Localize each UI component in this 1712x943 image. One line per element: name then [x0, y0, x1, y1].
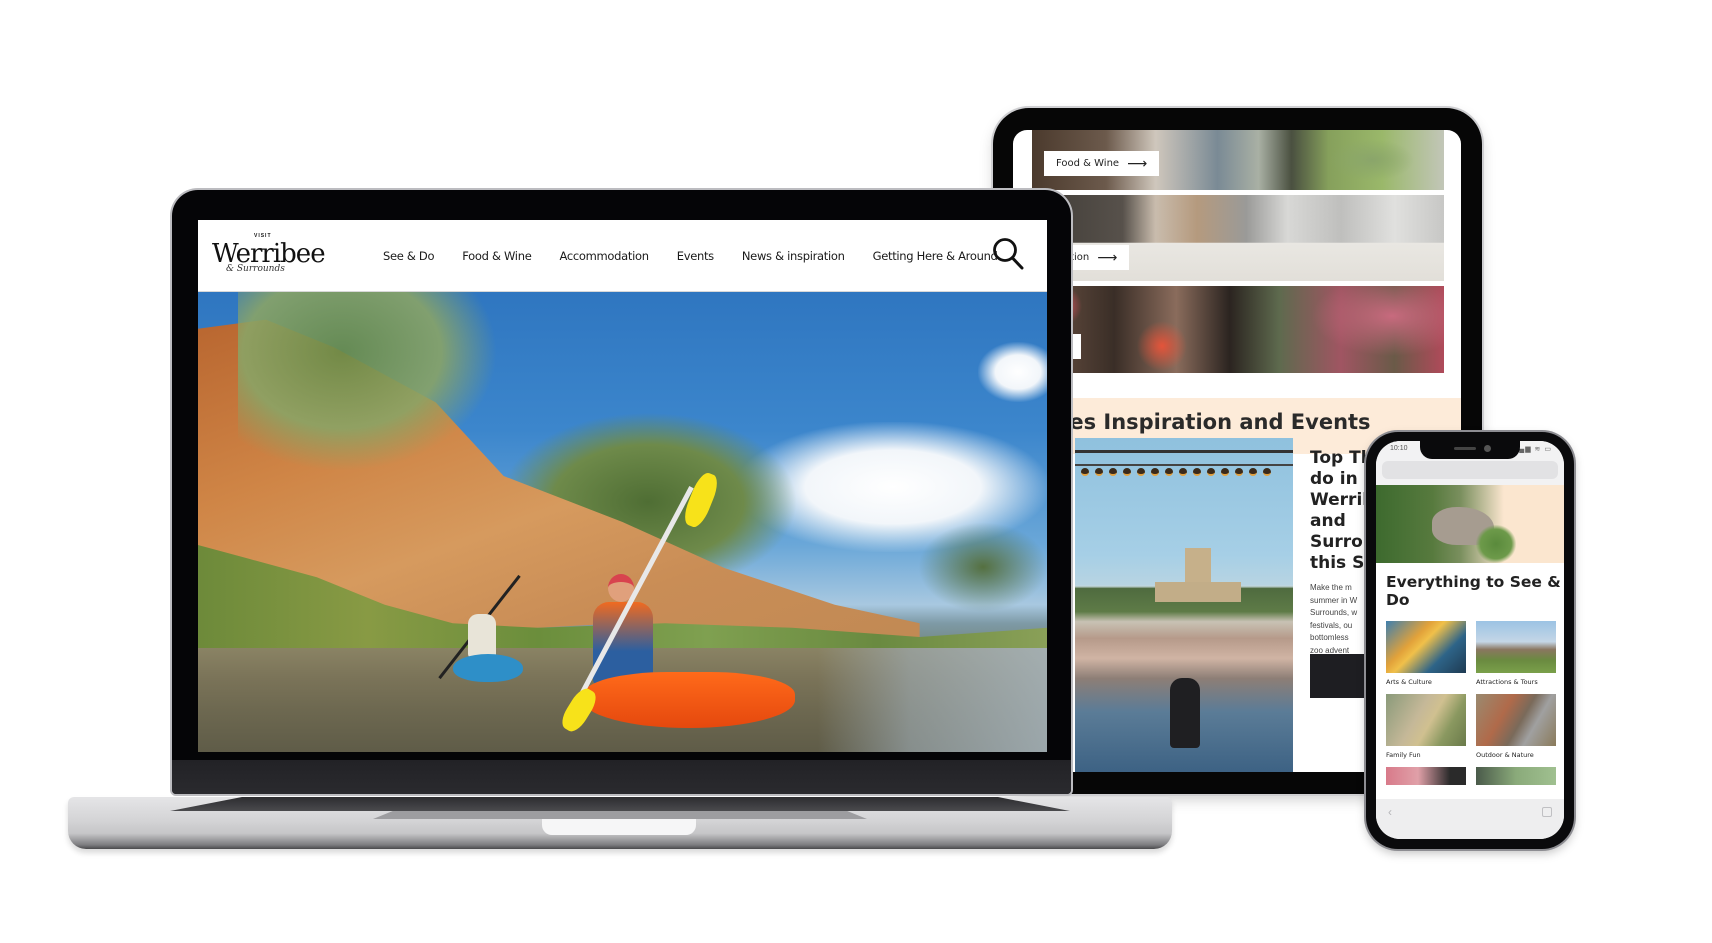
gum-trees — [918, 522, 1047, 612]
status-time: 10:10 — [1390, 445, 1408, 452]
laptop-screen: VISIT Werribee & Surrounds See & Do Food… — [198, 220, 1047, 752]
tile-image — [1476, 621, 1556, 673]
mansion-tower — [1155, 548, 1241, 602]
nav-getting-here[interactable]: Getting Here & Around — [873, 249, 998, 263]
rhino-hero-image — [1376, 485, 1564, 563]
category-grid: Arts & Culture Attractions & Tours Famil… — [1386, 621, 1558, 785]
river-reflection — [818, 648, 1047, 752]
accommodation-card[interactable]: mmodation ⟶ — [1032, 195, 1444, 281]
food-wine-link[interactable]: Food & Wine ⟶ — [1044, 151, 1160, 176]
nav-news-inspiration[interactable]: News & inspiration — [742, 249, 845, 263]
performer — [1170, 678, 1200, 748]
camera-icon — [1484, 445, 1491, 452]
tile-image — [1476, 767, 1556, 785]
tabs-icon[interactable] — [1542, 807, 1552, 817]
bush — [1476, 525, 1516, 563]
concert-image[interactable] — [1075, 438, 1293, 772]
kayaker — [468, 614, 496, 658]
nav-events[interactable]: Events — [677, 249, 714, 263]
tile-label: Family Fun — [1386, 751, 1421, 759]
gum-trees — [238, 292, 498, 472]
trackpad-notch — [542, 819, 696, 835]
cloud — [978, 342, 1047, 402]
speaker-icon — [1454, 447, 1476, 450]
werribee-logo[interactable]: VISIT Werribee & Surrounds — [212, 233, 326, 281]
tile-label: Attractions & Tours — [1476, 678, 1538, 686]
back-icon[interactable]: ‹ — [1388, 805, 1392, 819]
browser-toolbar: ‹ — [1376, 799, 1564, 839]
orange-kayak — [583, 672, 795, 728]
nav-accommodation[interactable]: Accommodation — [559, 249, 649, 263]
arrow-right-icon: ⟶ — [1127, 155, 1148, 172]
laptop-chin — [172, 760, 1071, 794]
tile-partial[interactable] — [1476, 767, 1556, 785]
logo-sub: & Surrounds — [226, 264, 285, 274]
site-header: VISIT Werribee & Surrounds See & Do Food… — [198, 220, 1047, 292]
main-nav: See & Do Food & Wine Accommodation Event… — [383, 220, 998, 292]
blue-kayak — [453, 654, 523, 682]
card-label: Food & Wine — [1056, 158, 1120, 169]
tile-label: Arts & Culture — [1386, 678, 1432, 686]
tile-image — [1386, 694, 1466, 746]
tile-image — [1386, 767, 1466, 785]
stage-truss — [1075, 450, 1293, 466]
address-bar[interactable] — [1382, 461, 1558, 479]
tile-family-fun[interactable]: Family Fun — [1386, 694, 1466, 759]
arrow-right-icon: ⟶ — [1097, 249, 1118, 266]
tile-outdoor-nature[interactable]: Outdoor & Nature — [1476, 694, 1556, 759]
nav-food-wine[interactable]: Food & Wine — [462, 249, 532, 263]
phone-screen: 10:10 ▂▄▆ ≋ ▭ Everything to See & Do Art… — [1376, 441, 1564, 839]
stage-lights — [1081, 468, 1271, 476]
tile-image — [1476, 694, 1556, 746]
phone-device: 10:10 ▂▄▆ ≋ ▭ Everything to See & Do Art… — [1366, 432, 1574, 849]
tile-arts-culture[interactable]: Arts & Culture — [1386, 621, 1466, 686]
hero-image — [198, 292, 1047, 752]
search-icon[interactable] — [991, 236, 1025, 272]
food-wine-card[interactable]: Food & Wine ⟶ — [1032, 130, 1444, 190]
phone-notch — [1420, 441, 1520, 459]
events-card[interactable]: ts ⟶ — [1032, 286, 1444, 373]
keyboard — [170, 797, 1070, 811]
palm-rest-shade — [373, 811, 867, 819]
tile-label: Outdoor & Nature — [1476, 751, 1534, 759]
see-do-title: Everything to See & Do — [1386, 573, 1561, 609]
nav-see-do[interactable]: See & Do — [383, 249, 435, 263]
tile-image — [1386, 621, 1466, 673]
tile-attractions-tours[interactable]: Attractions & Tours — [1476, 621, 1556, 686]
tile-partial[interactable] — [1386, 767, 1466, 785]
laptop-device: VISIT Werribee & Surrounds See & Do Food… — [172, 190, 1071, 794]
